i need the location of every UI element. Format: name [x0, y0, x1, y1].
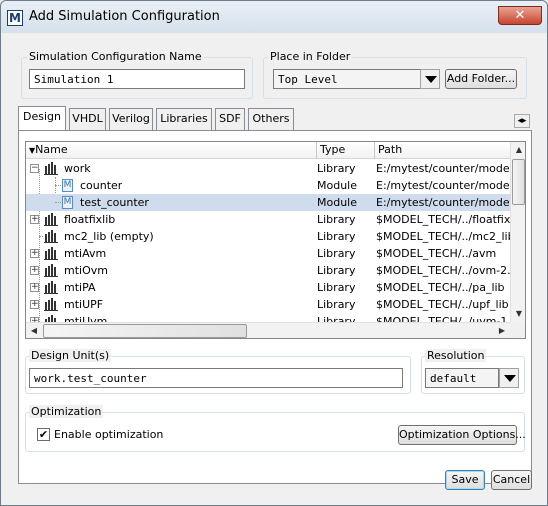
expand-icon[interactable]: +	[30, 300, 39, 309]
sim-config-legend: Simulation Configuration Name	[27, 50, 204, 63]
tab-vhdl[interactable]: VHDL	[69, 108, 106, 130]
row-name: mtiUPF	[64, 298, 104, 311]
row-type: Module	[317, 196, 357, 209]
tree-guide-line	[55, 185, 61, 186]
row-path: $MODEL_TECH/../avm	[376, 247, 497, 260]
cancel-button[interactable]: Cancel	[491, 470, 532, 490]
expand-icon[interactable]: +	[30, 249, 39, 258]
row-type: Library	[317, 264, 356, 277]
row-path: E:/mytest/counter/modelsim	[376, 162, 510, 175]
folder-select[interactable]: Top Level	[273, 69, 421, 89]
row-path: $MODEL_TECH/../ovm-2.1.	[376, 264, 510, 277]
close-button[interactable]: ✕	[498, 6, 542, 25]
module-icon: M	[62, 179, 73, 192]
tab-scroll-arrows-icon[interactable]: ◂▸	[514, 114, 530, 128]
tree-horizontal-scrollbar[interactable]: ◀ ▶	[26, 322, 510, 338]
tree-row-work[interactable]: − work Library E:/mytest/counter/modelsi…	[26, 160, 510, 177]
tree-row-mtipa[interactable]: + mtiPA Library $MODEL_TECH/../pa_lib	[26, 279, 510, 296]
library-icon	[44, 162, 58, 175]
row-path: $MODEL_TECH/../mc2_lib	[376, 230, 510, 243]
column-header-path[interactable]: Path	[375, 142, 510, 159]
enable-optimization-checkbox[interactable]: ✔	[37, 428, 50, 441]
tree-row-mc2-lib[interactable]: mc2_lib (empty) Library $MODEL_TECH/../m…	[26, 228, 510, 245]
row-type: Module	[317, 179, 357, 192]
row-type: Library	[317, 298, 356, 311]
row-name: mtiPA	[64, 281, 96, 294]
column-header-type[interactable]: Type	[317, 142, 375, 159]
scroll-left-icon[interactable]: ◀	[26, 323, 42, 338]
expand-icon[interactable]: +	[30, 283, 39, 292]
library-icon	[44, 213, 58, 226]
row-type: Library	[317, 213, 356, 226]
module-icon: M	[62, 196, 73, 209]
expand-icon[interactable]: +	[30, 215, 39, 224]
row-path: E:/mytest/counter/modelsim	[376, 179, 510, 192]
vertical-scroll-thumb[interactable]	[512, 159, 525, 205]
library-icon	[44, 281, 58, 294]
resolution-select[interactable]: default	[425, 368, 499, 388]
library-icon	[44, 247, 58, 260]
tree-row-test-counter[interactable]: M test_counter Module E:/mytest/counter/…	[26, 194, 510, 211]
optimization-options-button[interactable]: Optimization Options...	[398, 425, 526, 445]
add-folder-button[interactable]: Add Folder...	[445, 69, 517, 89]
row-name: counter	[80, 179, 123, 192]
design-unit-legend: Design Unit(s)	[29, 349, 112, 362]
library-icon	[44, 230, 58, 243]
tree-vertical-scrollbar[interactable]: ▲ ▼	[510, 142, 525, 322]
tree-header: ▼Name Type Path	[26, 142, 525, 159]
sim-config-name-input[interactable]: Simulation 1	[29, 69, 245, 89]
row-name: test_counter	[80, 196, 149, 209]
library-icon	[44, 264, 58, 277]
row-path: $MODEL_TECH/../upf_lib	[376, 298, 509, 311]
row-name: work	[64, 162, 91, 175]
tree-row-floatfixlib[interactable]: + floatfixlib Library $MODEL_TECH/../flo…	[26, 211, 510, 228]
modelsim-app-icon: M	[7, 10, 23, 26]
library-tree[interactable]: ▼Name Type Path − work Library E:/mytest…	[25, 141, 526, 339]
tab-design[interactable]: Design	[18, 106, 66, 130]
title-bar[interactable]: M Add Simulation Configuration ✕	[1, 1, 547, 33]
library-icon	[44, 298, 58, 311]
row-name: mtiAvm	[64, 247, 107, 260]
optimization-legend: Optimization	[29, 405, 104, 418]
design-unit-input[interactable]: work.test_counter	[29, 368, 403, 388]
row-type: Library	[317, 162, 356, 175]
horizontal-scroll-thumb[interactable]	[43, 324, 247, 338]
folder-dropdown-icon[interactable]	[420, 69, 440, 89]
tab-verilog[interactable]: Verilog	[109, 108, 153, 130]
tree-row-mtiavm[interactable]: + mtiAvm Library $MODEL_TECH/../avm	[26, 245, 510, 262]
collapse-icon[interactable]: −	[30, 164, 39, 173]
column-header-name[interactable]: ▼Name	[26, 142, 317, 159]
tab-others[interactable]: Others	[248, 108, 294, 130]
expand-icon[interactable]: +	[30, 266, 39, 275]
row-path: $MODEL_TECH/../floatfixlib	[376, 213, 510, 226]
window-title: Add Simulation Configuration	[29, 9, 220, 24]
resolution-legend: Resolution	[425, 349, 487, 362]
row-type: Library	[317, 247, 356, 260]
tree-row-mtiupf[interactable]: + mtiUPF Library $MODEL_TECH/../upf_lib	[26, 296, 510, 313]
tab-libraries[interactable]: Libraries	[156, 108, 212, 130]
row-name: floatfixlib	[64, 213, 116, 226]
row-type: Library	[317, 281, 356, 294]
row-path: $MODEL_TECH/../pa_lib	[376, 281, 505, 294]
enable-optimization-label[interactable]: Enable optimization	[54, 428, 163, 441]
dialog-window: M Add Simulation Configuration ✕ Simulat…	[0, 0, 548, 506]
row-path: E:/mytest/counter/modelsim	[376, 196, 510, 209]
scroll-up-icon[interactable]: ▲	[511, 142, 525, 158]
tab-sdf[interactable]: SDF	[215, 108, 245, 130]
row-name: mtiOvm	[64, 264, 108, 277]
tree-row-mtiovm[interactable]: + mtiOvm Library $MODEL_TECH/../ovm-2.1.	[26, 262, 510, 279]
row-type: Library	[317, 230, 356, 243]
tree-guide-line	[55, 202, 61, 203]
resolution-dropdown-icon[interactable]	[499, 368, 519, 388]
scroll-right-icon[interactable]: ▶	[494, 323, 510, 338]
scroll-corner	[510, 322, 525, 338]
scroll-down-icon[interactable]: ▼	[511, 306, 525, 322]
tree-row-counter[interactable]: M counter Module E:/mytest/counter/model…	[26, 177, 510, 194]
save-button[interactable]: Save	[445, 470, 485, 490]
folder-legend: Place in Folder	[268, 50, 353, 63]
tree-guide-line	[39, 236, 43, 237]
row-name: mc2_lib (empty)	[64, 230, 154, 243]
